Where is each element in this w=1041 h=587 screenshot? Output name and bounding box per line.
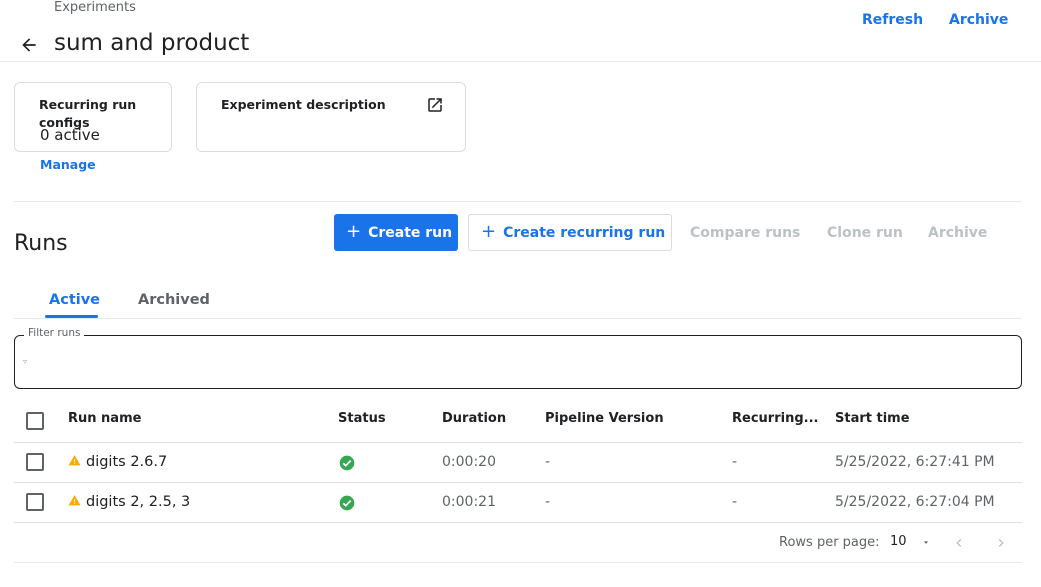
create-run-button[interactable]: + Create run (334, 214, 458, 251)
check-circle-icon (339, 495, 355, 511)
chevron-right-icon[interactable] (993, 535, 1009, 551)
chevron-left-icon[interactable] (951, 535, 967, 551)
column-header-duration[interactable]: Duration (442, 411, 506, 426)
arrow-back-icon (22, 38, 36, 52)
create-recurring-run-label: Create recurring run (503, 224, 666, 241)
refresh-button[interactable]: Refresh (862, 12, 923, 28)
run-start-time: 5/25/2022, 6:27:04 PM (835, 494, 995, 510)
recurring-run-configs-card: Recurring run configs 0 active (14, 82, 172, 152)
run-name-link[interactable]: digits 2, 2.5, 3 (86, 494, 190, 510)
back-button[interactable] (16, 32, 42, 58)
experiment-description-card: Experiment description (196, 82, 466, 152)
row-divider (14, 482, 1022, 483)
open-in-new-icon[interactable] (426, 96, 444, 114)
tab-archived[interactable]: Archived (138, 292, 210, 308)
rows-per-page-select[interactable]: 10 (890, 534, 936, 554)
check-circle-icon (339, 455, 355, 471)
plus-icon: + (481, 221, 497, 242)
select-all-checkbox[interactable] (26, 412, 44, 430)
row-divider (14, 522, 1022, 523)
recurring-active-count: 0 active (40, 126, 100, 144)
column-header-run-name[interactable]: Run name (68, 411, 141, 426)
create-run-label: Create run (368, 224, 453, 241)
plus-icon: + (346, 221, 362, 242)
archive-experiment-button[interactable]: Archive (949, 12, 1008, 28)
description-card-title: Experiment description (221, 97, 386, 112)
run-duration: 0:00:21 (442, 494, 496, 510)
create-recurring-run-button[interactable]: + Create recurring run (468, 214, 672, 251)
manage-recurring-link[interactable]: Manage (40, 157, 96, 172)
filter-runs-label: Filter runs (24, 327, 85, 339)
run-recurring: - (732, 494, 738, 510)
runs-title: Runs (14, 231, 68, 256)
run-start-time: 5/25/2022, 6:27:41 PM (835, 454, 995, 470)
footer-divider (14, 562, 1022, 563)
breadcrumb[interactable]: Experiments (54, 0, 136, 15)
column-header-pipeline-version[interactable]: Pipeline Version (545, 411, 664, 426)
filter-runs-input[interactable] (14, 335, 1022, 389)
clone-run-button[interactable]: Clone run (827, 214, 903, 251)
section-divider (14, 201, 1022, 202)
caret-down-icon (923, 541, 929, 544)
rows-per-page-value: 10 (890, 534, 907, 549)
header-row-divider (14, 442, 1022, 443)
run-pipeline-version: - (545, 494, 551, 510)
warning-icon (68, 455, 81, 466)
row-checkbox[interactable] (26, 453, 44, 471)
row-checkbox[interactable] (26, 493, 44, 511)
column-header-status[interactable]: Status (338, 411, 386, 426)
run-name-link[interactable]: digits 2.6.7 (86, 454, 167, 470)
column-header-recurring[interactable]: Recurring... (732, 411, 818, 426)
run-recurring: - (732, 454, 738, 470)
compare-runs-button[interactable]: Compare runs (690, 214, 800, 251)
run-pipeline-version: - (545, 454, 551, 470)
tabs-divider (14, 318, 1022, 319)
column-header-start-time[interactable]: Start time (835, 411, 910, 426)
rows-per-page-label: Rows per page: (779, 535, 880, 550)
page-header: Experiments sum and product Refresh Arch… (0, 0, 1041, 62)
run-duration: 0:00:20 (442, 454, 496, 470)
page-title: sum and product (54, 30, 250, 56)
archive-runs-button[interactable]: Archive (928, 214, 987, 251)
tab-active[interactable]: Active (49, 292, 100, 308)
filter-icon: ▿ (23, 357, 28, 366)
warning-icon (68, 495, 81, 506)
